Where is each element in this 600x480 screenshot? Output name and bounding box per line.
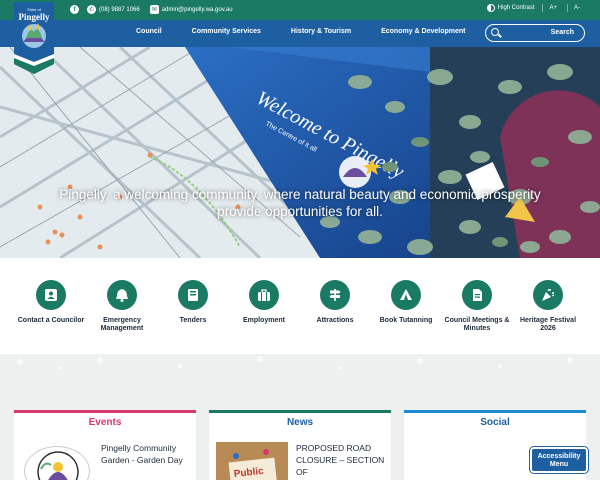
nav-item-council[interactable]: Council (136, 28, 162, 35)
events-title: Events (88, 417, 122, 428)
quick-link-heritage-festival[interactable]: Heritage Festival 2026 (512, 280, 584, 333)
contact-info: f ✆ (08) 9887 1066 ✉ admin@pingelly.wa.g… (70, 5, 233, 14)
shire-logo[interactable]: Shire of Pingelly (14, 2, 54, 74)
nav-item-history-tourism[interactable]: History & Tourism (291, 28, 351, 35)
hero-banner: Welcome to Pingelly The Centre of it all… (0, 47, 600, 258)
hero-image: Welcome to Pingelly The Centre of it all (0, 47, 600, 258)
phone-icon: ✆ (87, 5, 96, 14)
contact-card-icon (36, 280, 66, 310)
news-headline: PROPOSED ROAD CLOSURE – SECTION OF (296, 443, 385, 477)
phone-link[interactable]: ✆ (08) 9887 1066 (87, 5, 140, 14)
news-title: News (286, 417, 314, 428)
quick-link-tenders[interactable]: Tenders (157, 280, 229, 325)
news-thumbnail: Public (216, 442, 288, 480)
nav-item-economy-development[interactable]: Economy & Development (381, 28, 465, 35)
document-icon (462, 280, 492, 310)
high-contrast-label: High Contrast (497, 5, 535, 11)
quick-link-contact-councilor[interactable]: Contact a Councilor (15, 280, 87, 325)
quick-link-council-meetings[interactable]: Council Meetings & Minutes (441, 280, 513, 333)
event-title: Pingelly Community Garden - Garden Day (101, 443, 183, 465)
quick-link-book-tutanning[interactable]: Book Tutanning (370, 280, 442, 325)
quick-links: Contact a Councilor Emergency Management… (0, 258, 600, 354)
events-card: Events Pingelly Community Garden - Garde… (14, 410, 196, 480)
lower-section: Events Pingelly Community Garden - Garde… (0, 354, 600, 480)
quick-link-emergency-management[interactable]: Emergency Management (86, 280, 158, 333)
quick-link-label: Emergency Management (100, 317, 144, 332)
book-icon (178, 280, 208, 310)
quick-link-label: Contact a Councilor (17, 317, 85, 324)
email-icon: ✉ (149, 5, 159, 14)
email-address: admin@pingelly.wa.gov.au (161, 6, 233, 13)
nav-menu: Council Community Services History & Tou… (136, 28, 496, 35)
search-box[interactable]: Search (485, 24, 585, 42)
hero-tagline: Pingelly, a welcoming community, where n… (59, 187, 541, 219)
logo-name: Pingelly (18, 12, 50, 22)
top-utility-bar: f ✆ (08) 9887 1066 ✉ admin@pingelly.wa.g… (0, 0, 600, 20)
accessibility-controls: High Contrast A+ A- (483, 4, 586, 12)
tent-icon (391, 280, 421, 310)
quick-link-label: Employment (242, 317, 285, 324)
email-link[interactable]: ✉ admin@pingelly.wa.gov.au (149, 5, 233, 14)
quick-link-label: Heritage Festival 2026 (519, 317, 577, 332)
news-card: News Public PROPOSED ROAD CLOSURE – SECT… (209, 410, 391, 480)
nav-item-community-services[interactable]: Community Services (192, 28, 261, 35)
events-accent-bar (14, 410, 196, 413)
briefcase-icon (249, 280, 279, 310)
search-icon (491, 28, 499, 36)
quick-link-label: Book Tutanning (379, 317, 433, 324)
social-title: Social (480, 417, 510, 428)
quick-link-attractions[interactable]: Attractions (299, 280, 371, 325)
search-label: Search (550, 29, 574, 36)
bell-icon (107, 280, 137, 310)
news-accent-bar (209, 410, 391, 413)
main-navigation: Council Community Services History & Tou… (0, 20, 600, 47)
quick-link-label: Council Meetings & Minutes (444, 317, 510, 332)
facebook-icon[interactable]: f (70, 5, 79, 14)
text-smaller-button[interactable]: A- (567, 4, 586, 12)
high-contrast-toggle[interactable]: High Contrast (483, 4, 539, 12)
events-thumbnail (24, 446, 90, 480)
logo-text: Shire of Pingelly (14, 7, 54, 22)
quick-link-employment[interactable]: Employment (228, 280, 300, 325)
text-larger-button[interactable]: A+ (542, 4, 563, 12)
quick-link-label: Tenders (179, 317, 207, 324)
party-popper-icon (533, 280, 563, 310)
accessibility-menu-button[interactable]: Accessibility Menu (529, 446, 589, 474)
social-accent-bar (404, 410, 586, 413)
quick-link-label: Attractions (316, 317, 354, 324)
decorative-dot-pattern (17, 356, 573, 370)
signpost-icon (320, 280, 350, 310)
phone-number: (08) 9887 1066 (99, 6, 140, 13)
contrast-icon (486, 4, 495, 12)
